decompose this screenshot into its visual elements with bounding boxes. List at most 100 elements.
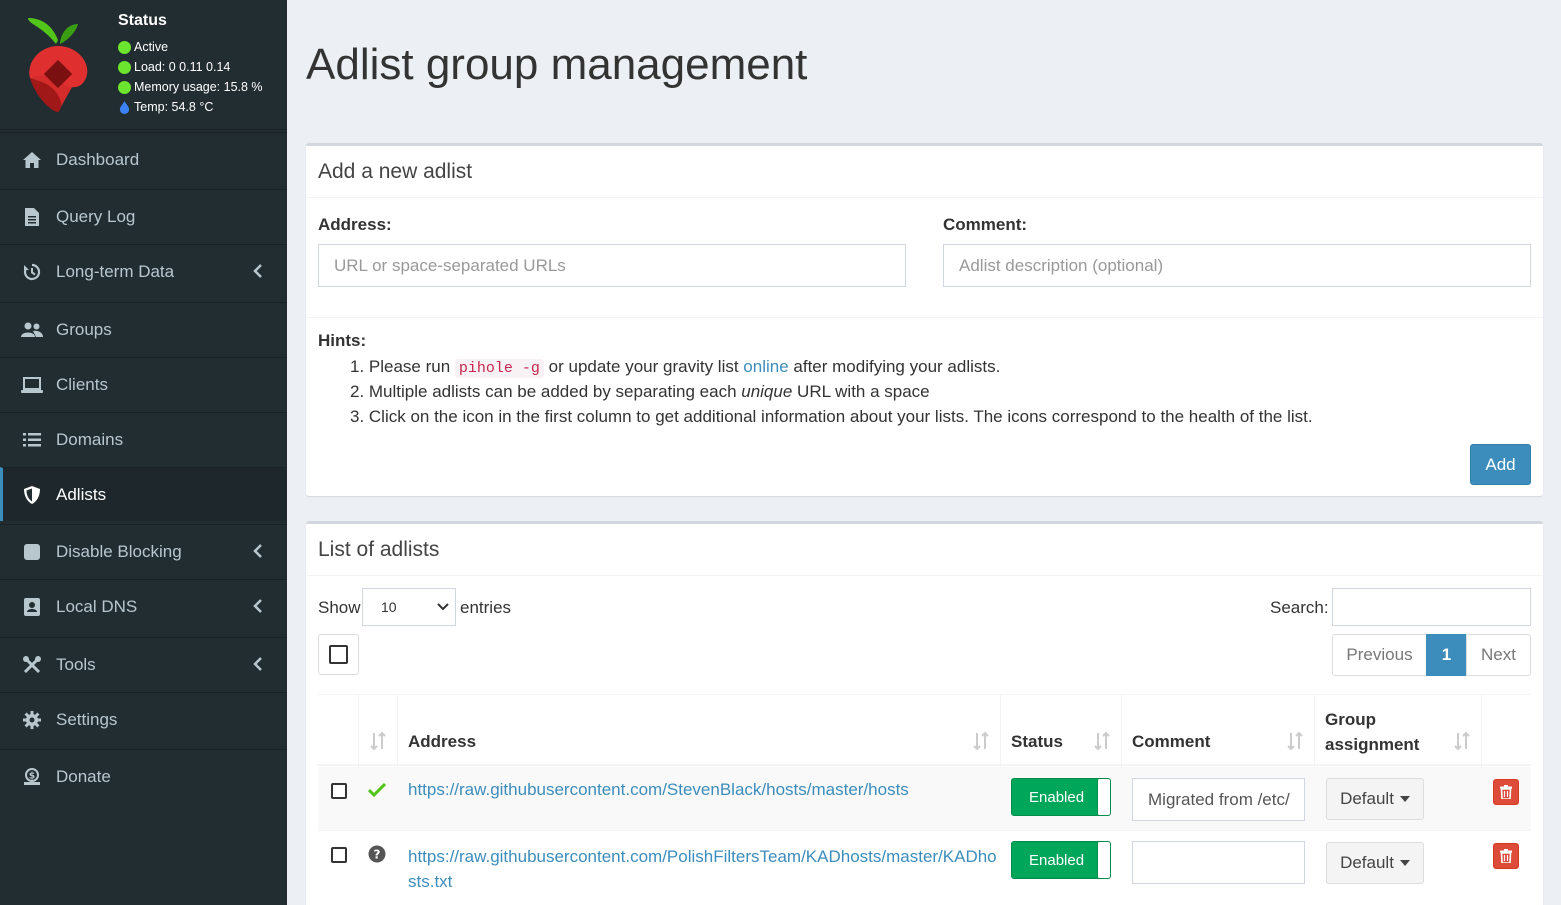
users-icon	[21, 319, 43, 341]
pagination-page-1[interactable]: 1	[1426, 634, 1467, 676]
column-group-line1: Group	[1325, 710, 1376, 729]
select-all-checkbox[interactable]	[329, 645, 348, 664]
status-title: Status	[118, 12, 167, 29]
column-comment[interactable]: Comment	[1132, 732, 1210, 752]
question-circle-icon[interactable]: ?	[368, 845, 386, 863]
sort-icon[interactable]	[1287, 731, 1303, 751]
sidebar: Status Active Load: 0 0.11 0.14 Memory u…	[0, 0, 287, 905]
delete-button[interactable]	[1493, 779, 1519, 805]
hint-2-text-post: URL with a space	[792, 382, 930, 401]
hint-1: 1. Please run pihole -g or update your g…	[350, 357, 1001, 378]
show-label: Show	[318, 598, 361, 617]
search-label: Search:	[1270, 598, 1329, 617]
adlist-address-line1[interactable]: https://raw.githubusercontent.com/Polish…	[408, 844, 997, 869]
group-select-value: Default	[1340, 789, 1394, 808]
nav-local-dns[interactable]: Local DNS	[0, 579, 287, 633]
status-toggle-label: Enabled	[1029, 788, 1085, 806]
adlist-address-line2[interactable]: sts.txt	[408, 869, 997, 894]
nav-clients[interactable]: Clients	[0, 357, 287, 411]
hint-1-code: pihole -g	[454, 359, 544, 378]
svg-text:$: $	[29, 771, 35, 781]
hint-2-text: 2. Multiple adlists can be added by sepa…	[350, 382, 742, 401]
nav-label: Groups	[56, 319, 112, 339]
status-load: Load: 0 0.11 0.14	[118, 60, 230, 74]
chevron-down-icon	[437, 603, 449, 611]
pagination-previous[interactable]: Previous	[1332, 634, 1427, 676]
hint-2-emphasis: unique	[741, 382, 793, 401]
pagination-next[interactable]: Next	[1466, 634, 1531, 676]
hint-2: 2. Multiple adlists can be added by sepa…	[350, 382, 930, 402]
nav-label: Query Log	[56, 206, 136, 226]
nav-groups[interactable]: Groups	[0, 302, 287, 356]
pihole-logo	[28, 18, 88, 112]
nav-donate[interactable]: $ Donate	[0, 749, 287, 803]
hint-1-text: 1. Please run	[350, 357, 455, 376]
delete-button[interactable]	[1493, 843, 1519, 869]
nav-dashboard[interactable]: Dashboard	[0, 132, 287, 186]
column-group-line2: assignment	[1325, 735, 1420, 754]
address-book-icon	[21, 596, 43, 618]
nav-label: Domains	[56, 429, 124, 449]
sort-icon[interactable]	[1454, 731, 1470, 751]
list-icon	[21, 429, 43, 451]
nav-tools[interactable]: Tools	[0, 637, 287, 691]
status-toggle[interactable]: Enabled	[1011, 778, 1111, 816]
column-group-assignment[interactable]: Group assignment	[1325, 707, 1419, 757]
caret-down-icon	[1399, 860, 1410, 866]
check-icon[interactable]	[368, 782, 386, 798]
column-status[interactable]: Status	[1011, 732, 1063, 752]
nav-domains[interactable]: Domains	[0, 412, 287, 466]
add-button[interactable]: Add	[1470, 444, 1531, 485]
adlist-address-link[interactable]: https://raw.githubusercontent.com/Polish…	[408, 844, 997, 894]
entries-select[interactable]: 10	[362, 588, 456, 626]
comment-input[interactable]: Adlist description (optional)	[943, 244, 1531, 287]
nav-adlists[interactable]: Adlists	[0, 467, 287, 521]
select-all-button[interactable]	[318, 634, 359, 675]
add-adlist-box: Add a new adlist Address: URL or space-s…	[306, 143, 1543, 496]
shield-icon	[21, 484, 43, 506]
address-input[interactable]: URL or space-separated URLs	[318, 244, 906, 287]
search-input[interactable]	[1332, 588, 1531, 626]
status-memory: Memory usage: 15.8 %	[118, 80, 263, 94]
history-icon	[21, 261, 43, 283]
status-toggle[interactable]: Enabled	[1011, 841, 1111, 879]
column-address[interactable]: Address	[408, 732, 476, 752]
sort-icon[interactable]	[1094, 731, 1110, 751]
nav-label: Local DNS	[56, 596, 138, 616]
nav-query-log[interactable]: Query Log	[0, 189, 287, 243]
chevron-left-icon	[253, 544, 262, 558]
chevron-left-icon	[253, 264, 262, 278]
group-select-button[interactable]: Default	[1326, 778, 1424, 820]
nav-disable-blocking[interactable]: Disable Blocking	[0, 524, 287, 578]
nav-label: Long-term Data	[56, 261, 175, 281]
toggle-knob	[1097, 779, 1110, 815]
nav-settings[interactable]: Settings	[0, 692, 287, 746]
group-select-button[interactable]: Default	[1326, 842, 1424, 884]
row-comment-input[interactable]: Migrated from /etc/	[1132, 778, 1305, 821]
entries-value: 10	[381, 599, 397, 615]
chevron-left-icon	[253, 657, 262, 671]
hint-1-text-post: after modifying your adlists.	[788, 357, 1001, 376]
group-select-value: Default	[1340, 853, 1394, 872]
svg-text:?: ?	[374, 848, 381, 862]
load-dot-icon	[118, 60, 131, 74]
row-comment-input[interactable]	[1132, 841, 1305, 884]
row-checkbox[interactable]	[331, 847, 347, 863]
nav-long-term-data[interactable]: Long-term Data	[0, 244, 287, 298]
nav-label: Tools	[56, 654, 96, 674]
nav-label: Dashboard	[56, 149, 140, 169]
temperature-icon	[119, 100, 130, 114]
status-active-text: Active	[134, 40, 169, 54]
sort-icon[interactable]	[370, 731, 386, 751]
add-adlist-header: Add a new adlist	[306, 146, 1543, 198]
adlist-address-link[interactable]: https://raw.githubusercontent.com/Steven…	[408, 780, 909, 800]
laptop-icon	[21, 374, 43, 396]
sort-icon[interactable]	[973, 731, 989, 751]
online-link[interactable]: online	[743, 357, 788, 376]
adlist-table-header: List of adlists	[306, 524, 1543, 576]
trash-icon	[1500, 849, 1512, 863]
stop-icon	[21, 541, 43, 563]
status-dot-icon	[118, 40, 131, 54]
status-toggle-label: Enabled	[1029, 851, 1085, 869]
row-checkbox[interactable]	[331, 783, 347, 799]
